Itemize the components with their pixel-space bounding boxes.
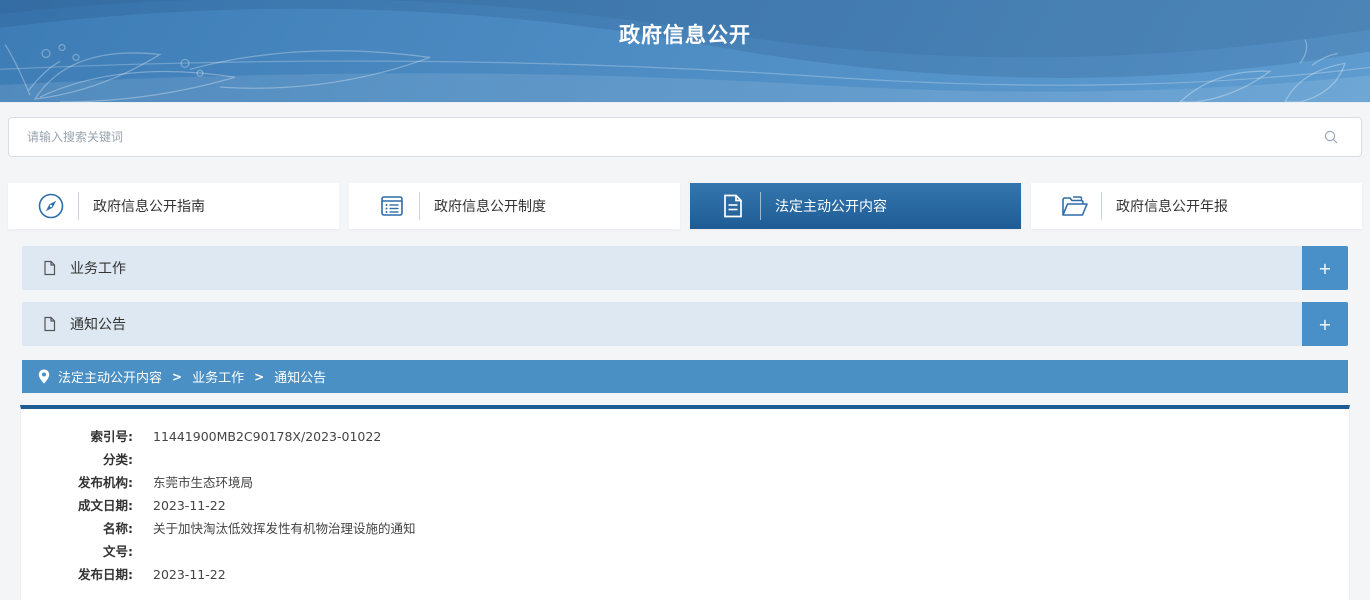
breadcrumb-item[interactable]: 业务工作	[192, 367, 244, 386]
breadcrumb: 法定主动公开内容 > 业务工作 > 通知公告	[22, 360, 1348, 393]
compass-icon	[36, 191, 66, 221]
field-value: 关于加快淘汰低效挥发性有机物治理设施的通知	[153, 517, 416, 540]
field-label: 索引号:	[21, 425, 133, 448]
field-row-title: 名称: 关于加快淘汰低效挥发性有机物治理设施的通知	[21, 517, 1349, 540]
tab-statutory-disclosure[interactable]: 法定主动公开内容	[690, 183, 1021, 229]
field-row-document-number: 文号:	[21, 540, 1349, 563]
detail-panel: 索引号: 11441900MB2C90178X/2023-01022 分类: 发…	[20, 405, 1350, 600]
field-row-publish-date: 发布日期: 2023-11-22	[21, 563, 1349, 586]
tab-disclosure-system[interactable]: 政府信息公开制度	[349, 183, 680, 229]
list-book-icon	[377, 191, 407, 221]
search-input[interactable]	[9, 118, 1301, 156]
breadcrumb-separator: >	[172, 370, 182, 384]
tab-divider	[78, 192, 79, 220]
field-value: 2023-11-22	[153, 494, 226, 517]
field-label: 发布日期:	[21, 563, 133, 586]
breadcrumb-item[interactable]: 法定主动公开内容	[58, 367, 162, 386]
field-label: 文号:	[21, 540, 133, 563]
field-value: 2023-11-22	[153, 563, 226, 586]
accordion-label: 通知公告	[70, 314, 126, 334]
tab-label: 法定主动公开内容	[775, 196, 887, 216]
field-row-index-number: 索引号: 11441900MB2C90178X/2023-01022	[21, 425, 1349, 448]
field-label: 分类:	[21, 448, 133, 471]
open-folder-icon	[1059, 191, 1089, 221]
tabs-nav: 政府信息公开指南 政府信息公开制度 法定主动公开内容	[8, 183, 1362, 229]
banner-decoration	[0, 0, 1370, 102]
expand-button[interactable]: +	[1302, 246, 1348, 290]
file-icon	[42, 316, 58, 332]
search-bar	[8, 117, 1362, 157]
search-icon	[1323, 129, 1339, 145]
tab-disclosure-guide[interactable]: 政府信息公开指南	[8, 183, 339, 229]
field-label: 名称:	[21, 517, 133, 540]
tab-divider	[760, 192, 761, 220]
tab-divider	[1101, 192, 1102, 220]
field-row-issuing-agency: 发布机构: 东莞市生态环境局	[21, 471, 1349, 494]
document-icon	[718, 191, 748, 221]
tab-label: 政府信息公开指南	[93, 196, 205, 216]
field-label: 成文日期:	[21, 494, 133, 517]
breadcrumb-separator: >	[254, 370, 264, 384]
field-row-category: 分类:	[21, 448, 1349, 471]
accordion-notices[interactable]: 通知公告 +	[22, 302, 1348, 346]
search-button[interactable]	[1301, 118, 1361, 156]
page-title: 政府信息公开	[0, 19, 1370, 49]
expand-button[interactable]: +	[1302, 302, 1348, 346]
tab-annual-report[interactable]: 政府信息公开年报	[1031, 183, 1362, 229]
field-value: 东莞市生态环境局	[153, 471, 253, 494]
field-value: 11441900MB2C90178X/2023-01022	[153, 425, 381, 448]
breadcrumb-item[interactable]: 通知公告	[274, 367, 326, 386]
file-icon	[42, 260, 58, 276]
tab-divider	[419, 192, 420, 220]
field-row-written-date: 成文日期: 2023-11-22	[21, 494, 1349, 517]
accordion-business-work[interactable]: 业务工作 +	[22, 246, 1348, 290]
field-label: 发布机构:	[21, 471, 133, 494]
accordion-label: 业务工作	[70, 258, 126, 278]
tab-label: 政府信息公开年报	[1116, 196, 1228, 216]
location-pin-icon	[38, 369, 50, 384]
tab-label: 政府信息公开制度	[434, 196, 546, 216]
header-banner: 政府信息公开	[0, 0, 1370, 103]
